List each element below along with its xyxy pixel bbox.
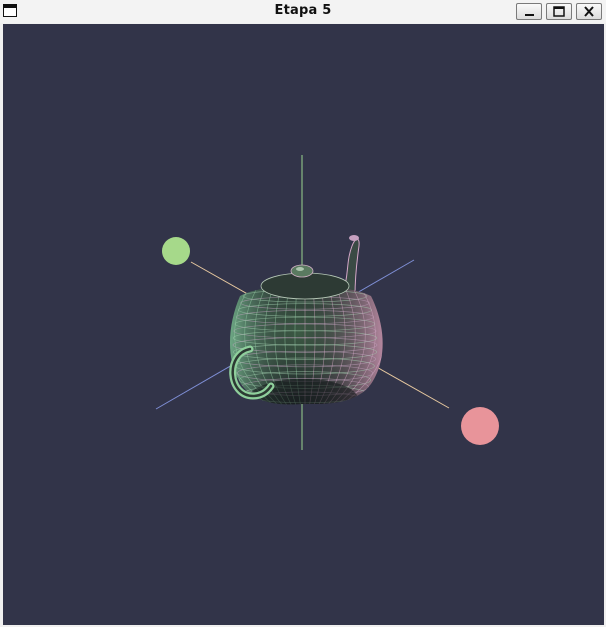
title-bar[interactable]: Etapa 5	[0, 0, 606, 23]
application-window: Etapa 5	[0, 0, 606, 627]
teapot	[229, 235, 383, 405]
teapot-scene	[155, 155, 499, 450]
spout-tip	[349, 235, 359, 241]
minimize-icon	[525, 14, 534, 16]
gl-viewport[interactable]	[3, 24, 604, 625]
close-icon	[584, 6, 594, 17]
lid-knob	[290, 264, 314, 278]
maximize-button[interactable]	[546, 3, 572, 20]
mesh-shadow	[248, 379, 358, 405]
light-green	[162, 237, 190, 265]
light-pink	[461, 407, 499, 445]
maximize-icon	[553, 6, 565, 17]
knob-highlight	[296, 267, 304, 271]
close-button[interactable]	[576, 3, 602, 20]
minimize-button[interactable]	[516, 3, 542, 20]
